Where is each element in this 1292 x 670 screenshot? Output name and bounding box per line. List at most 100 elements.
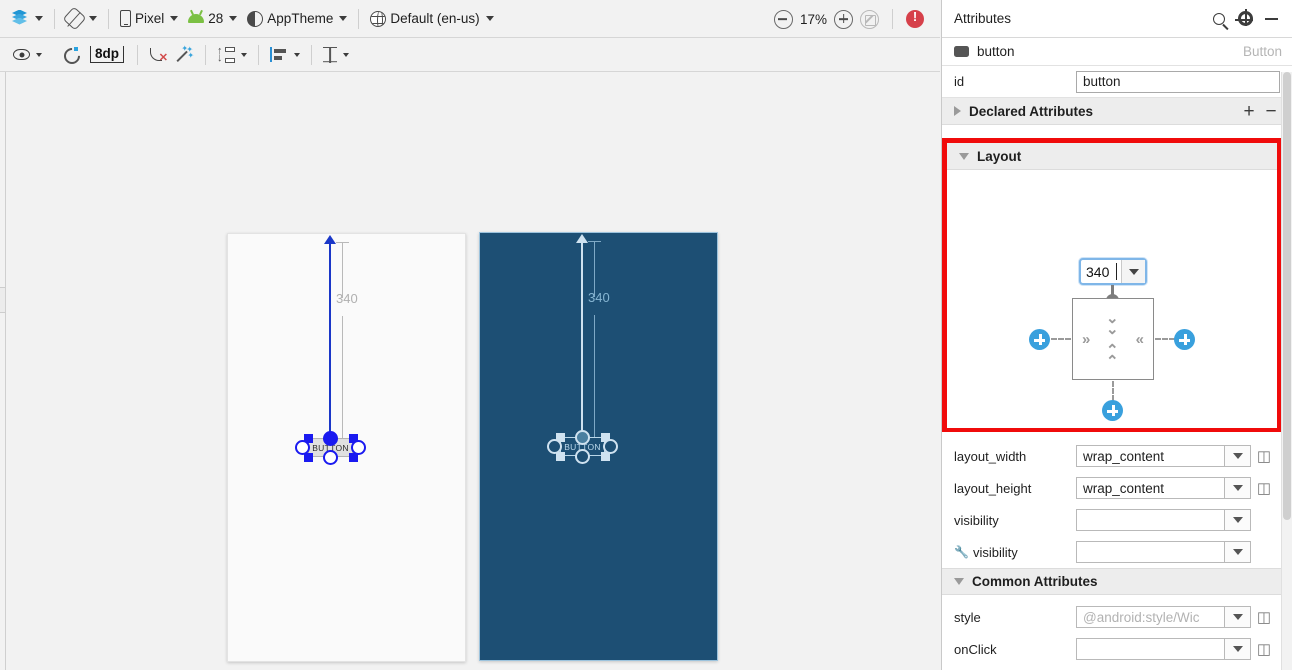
align-dropdown[interactable] (265, 42, 305, 68)
constraint-anchor-bottom[interactable] (575, 449, 590, 464)
toolbar-divider (258, 44, 260, 65)
resource-link-icon[interactable]: ◫ (1257, 640, 1271, 658)
align-icon (270, 47, 288, 62)
attribute-label: visibility (973, 544, 1018, 560)
design-canvas[interactable]: 340 BUTTON 340 BUTTON (0, 72, 940, 670)
resource-link-icon[interactable]: ◫ (1257, 608, 1271, 626)
constraint-anchor-right[interactable] (603, 439, 618, 454)
palette-collapsed-edge[interactable] (0, 72, 6, 670)
design-preview[interactable]: 340 BUTTON (227, 233, 466, 662)
android-icon (188, 14, 205, 23)
toolbar-divider (137, 44, 139, 65)
attribute-input[interactable]: wrap_content (1076, 477, 1225, 499)
gear-icon[interactable] (1234, 8, 1256, 30)
remove-attribute-button[interactable]: − (1260, 102, 1282, 121)
zoom-level-label: 17% (799, 11, 827, 27)
section-layout-header[interactable]: Layout (947, 143, 1277, 170)
default-margin-dropdown[interactable]: 8dp (83, 42, 131, 68)
error-icon[interactable] (906, 9, 924, 28)
constraint-anchor-top[interactable] (575, 430, 590, 445)
constraint-anchor-bottom[interactable] (323, 450, 338, 465)
toolbar-divider (892, 9, 893, 29)
chevron-down-icon (36, 52, 42, 57)
orientation-dropdown[interactable] (61, 6, 102, 32)
height-mode-chevron-bottom-icon[interactable]: ⌃ ⌃ (1106, 343, 1119, 369)
add-right-constraint-icon[interactable] (1174, 329, 1195, 350)
constraint-anchor-top-inner (327, 435, 334, 442)
palette-resize-grip[interactable] (0, 287, 5, 313)
zoom-fit-icon[interactable] (860, 9, 879, 29)
component-name: button (977, 44, 1015, 59)
attribute-input[interactable]: @android:style/Wiс (1076, 606, 1225, 628)
zoom-out-icon[interactable] (773, 9, 793, 29)
chevron-down-icon[interactable] (1225, 638, 1251, 660)
api-level-dropdown[interactable]: 28 (183, 6, 242, 32)
width-mode-chevron-left-icon[interactable]: » (1082, 332, 1090, 347)
attribute-field: wrap_content (1076, 477, 1251, 499)
attributes-scrollbar[interactable] (1282, 72, 1292, 670)
attribute-input[interactable] (1076, 638, 1225, 660)
add-left-constraint-icon[interactable] (1029, 329, 1050, 350)
section-title-layout: Layout (977, 148, 1022, 164)
device-dropdown[interactable]: Pixel (115, 6, 183, 32)
resource-link-icon[interactable]: ◫ (1257, 447, 1271, 465)
chevron-down-icon (229, 16, 238, 21)
bottom-constraint-dash (1112, 381, 1114, 401)
guidelines-dropdown[interactable] (318, 42, 354, 68)
dimension-tick-vertical-lower (594, 315, 595, 437)
section-declared-attributes[interactable]: Declared Attributes + − (942, 98, 1292, 125)
clear-constraints-button[interactable]: ✕ (144, 42, 172, 68)
autoconnect-toggle[interactable] (57, 42, 83, 68)
pack-dropdown[interactable]: ↑ ↓ (212, 42, 252, 68)
chevron-down-icon[interactable] (1225, 477, 1251, 499)
height-mode-chevron-icon[interactable]: ⌄ ⌄ (1106, 311, 1119, 337)
constraint-anchor-left[interactable] (295, 440, 310, 455)
wrench-icon: 🔧 (954, 544, 969, 559)
toolbar-divider (108, 8, 109, 29)
toolbar-divider (54, 8, 55, 29)
attribute-input[interactable]: wrap_content (1076, 445, 1225, 467)
locale-dropdown[interactable]: Default (en-us) (365, 6, 498, 32)
constraint-widget[interactable]: 340 ⌄ ⌄ » « ⌃ ⌃ (947, 170, 1277, 428)
add-attribute-button[interactable]: + (1238, 102, 1260, 121)
section-common-attributes[interactable]: Common Attributes (942, 568, 1282, 595)
search-icon[interactable] (1208, 8, 1230, 30)
top-margin-combobox[interactable]: 340 (1079, 258, 1147, 285)
chevron-down-icon[interactable] (1225, 606, 1251, 628)
resource-link-icon[interactable]: ◫ (1257, 479, 1271, 497)
chevron-down-icon (89, 16, 97, 21)
id-input[interactable]: button (1076, 70, 1280, 93)
attribute-input[interactable] (1076, 541, 1225, 563)
design-mode-dropdown[interactable] (6, 6, 48, 32)
toolbar-divider (311, 44, 313, 65)
constraint-anchor-right[interactable] (351, 440, 366, 455)
width-mode-chevron-right-icon[interactable]: « (1136, 332, 1144, 347)
constraint-widget-box[interactable]: ⌄ ⌄ » « ⌃ ⌃ (1072, 298, 1154, 380)
attribute-rows: layout_width wrap_content ◫ layout_heigh… (942, 440, 1282, 665)
attribute-label-id: id (954, 74, 965, 89)
constraint-anchor-top[interactable] (323, 431, 338, 446)
attribute-input[interactable] (1076, 509, 1225, 531)
zoom-in-icon[interactable] (834, 9, 853, 29)
constraint-anchor-left[interactable] (547, 439, 562, 454)
magnet-icon (62, 46, 78, 63)
attribute-label: visibility (954, 512, 999, 528)
attribute-row: style @android:style/Wiс ◫ (942, 601, 1282, 633)
minimize-icon[interactable] (1260, 8, 1282, 30)
chevron-down-icon[interactable] (1122, 260, 1145, 283)
attribute-field: @android:style/Wiс (1076, 606, 1251, 628)
scrollbar-thumb[interactable] (1283, 72, 1291, 520)
infer-constraints-button[interactable]: ✦ ✦ ✦ (172, 42, 199, 68)
attribute-row-id: id button (942, 66, 1292, 98)
chevron-down-icon[interactable] (1225, 541, 1251, 563)
top-margin-value[interactable]: 340 (1081, 260, 1122, 283)
view-options-dropdown[interactable] (8, 42, 47, 68)
constraint-margin-label: 340 (588, 290, 610, 305)
chevron-down-icon[interactable] (1225, 445, 1251, 467)
component-type: Button (1242, 44, 1282, 59)
chevron-down-icon (485, 16, 494, 21)
add-bottom-constraint-icon[interactable] (1102, 400, 1123, 421)
blueprint-preview[interactable]: 340 BUTTON (479, 232, 718, 661)
chevron-down-icon[interactable] (1225, 509, 1251, 531)
theme-dropdown[interactable]: AppTheme (242, 6, 352, 32)
